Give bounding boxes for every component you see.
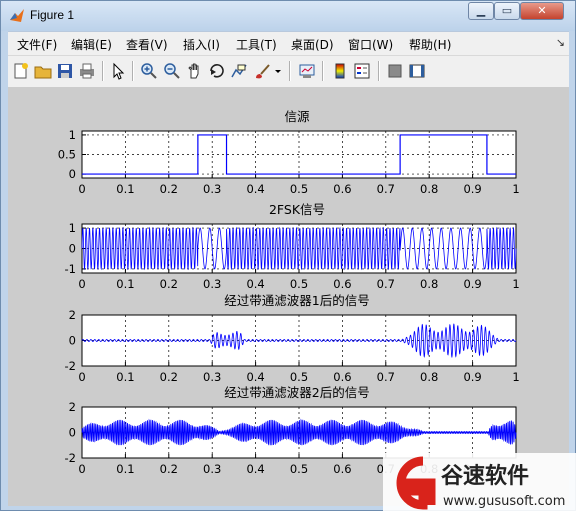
x-tick-label: 0.1 — [116, 277, 134, 291]
y-tick-label: -1 — [65, 262, 76, 276]
y-tick-label: 2 — [69, 308, 76, 322]
window-title: Figure 1 — [30, 8, 75, 22]
menu-desktop[interactable]: 桌面(D) — [291, 36, 334, 53]
x-tick-label: 0.3 — [203, 462, 221, 476]
menu-window[interactable]: 窗口(W) — [348, 36, 393, 53]
x-tick-label: 0.8 — [420, 277, 438, 291]
x-tick-label: 0.6 — [333, 182, 351, 196]
toolbar-separator — [378, 61, 380, 81]
data-cursor-icon[interactable] — [230, 62, 248, 80]
x-tick-label: 0.1 — [116, 182, 134, 196]
save-icon[interactable] — [56, 62, 74, 80]
hide-plot-tools-icon[interactable] — [386, 62, 404, 80]
menu-file[interactable]: 文件(F) — [17, 36, 57, 53]
x-tick-label: 0.2 — [160, 277, 178, 291]
dock-arrow-icon[interactable]: ↘ — [556, 36, 565, 49]
new-file-icon[interactable] — [12, 62, 30, 80]
x-tick-label: 0.8 — [420, 182, 438, 196]
x-tick-label: 0.7 — [377, 277, 395, 291]
y-tick-label: 1 — [69, 221, 76, 235]
x-tick-label: 0.7 — [377, 182, 395, 196]
show-plot-tools-icon[interactable] — [408, 62, 426, 80]
watermark-logo: 谷速软件 www.gususoft.com — [383, 453, 576, 512]
x-tick-label: 0.3 — [203, 277, 221, 291]
close-button[interactable]: ✕ — [520, 2, 564, 20]
link-plot-icon[interactable] — [298, 62, 316, 80]
y-tick-label: 0 — [69, 242, 76, 256]
x-tick-label: 0 — [78, 182, 85, 196]
menu-edit[interactable]: 编辑(E) — [71, 36, 112, 53]
y-tick-label: 0 — [69, 334, 76, 348]
menu-view[interactable]: 查看(V) — [126, 36, 168, 53]
title-bar[interactable]: Figure 1 ▁ ▭ ✕ — [1, 1, 575, 31]
minimize-button[interactable]: ▁ — [468, 2, 494, 20]
y-tick-label: 0.5 — [58, 148, 76, 162]
open-folder-icon[interactable] — [34, 62, 52, 80]
axes-1-title: 信源 — [284, 109, 310, 124]
zoom-in-icon[interactable] — [140, 62, 158, 80]
y-tick-label: 0 — [69, 167, 76, 181]
x-tick-label: 0 — [78, 462, 85, 476]
watermark-url: www.gususoft.com — [443, 494, 565, 509]
menu-bar: 文件(F) 编辑(E) 查看(V) 插入(I) 工具(T) 桌面(D) 窗口(W… — [8, 31, 569, 56]
x-tick-label: 0.2 — [160, 462, 178, 476]
legend-icon[interactable] — [353, 62, 371, 80]
x-tick-label: 0.5 — [290, 182, 308, 196]
maximize-button[interactable]: ▭ — [494, 2, 520, 20]
zoom-out-icon[interactable] — [163, 62, 181, 80]
toolbar-separator — [102, 61, 104, 81]
toolbar — [8, 55, 569, 88]
x-tick-label: 1 — [512, 277, 519, 291]
menu-tools[interactable]: 工具(T) — [236, 36, 277, 53]
watermark-brand: 谷速软件 — [441, 463, 529, 489]
x-tick-label: 0.5 — [290, 462, 308, 476]
x-tick-label: 0.1 — [116, 462, 134, 476]
x-tick-label: 0.4 — [246, 182, 264, 196]
pan-hand-icon[interactable] — [186, 62, 204, 80]
x-tick-label: 0.9 — [463, 277, 481, 291]
rotate-3d-icon[interactable] — [208, 62, 226, 80]
toolbar-separator — [289, 61, 291, 81]
brush-dropdown-icon[interactable] — [273, 62, 283, 80]
x-tick-label: 0 — [78, 370, 85, 384]
x-tick-label: 0.3 — [203, 182, 221, 196]
x-tick-label: 0.6 — [333, 462, 351, 476]
x-tick-label: 0.2 — [160, 182, 178, 196]
y-tick-label: -2 — [65, 359, 76, 373]
toolbar-separator — [132, 61, 134, 81]
x-tick-label: 0.9 — [463, 370, 481, 384]
figure-window: Figure 1 ▁ ▭ ✕ 文件(F) 编辑(E) 查看(V) 插入(I) 工… — [0, 0, 576, 512]
y-tick-label: 1 — [69, 128, 76, 142]
figure-canvas: 信源 2FSK信号 经过带通滤波器1后的信号 经过带通滤波器2后的信号 0 0.1… — [8, 87, 569, 506]
toolbar-separator — [322, 61, 324, 81]
axes-4-title: 经过带通滤波器2后的信号 — [224, 385, 370, 400]
print-icon[interactable] — [78, 62, 96, 80]
x-tick-label: 0 — [78, 277, 85, 291]
menu-help[interactable]: 帮助(H) — [409, 36, 451, 53]
pointer-icon[interactable] — [109, 62, 127, 80]
x-tick-label: 0.4 — [246, 462, 264, 476]
axes-2-title: 2FSK信号 — [268, 202, 326, 217]
axes-3-title: 经过带通滤波器1后的信号 — [224, 293, 370, 308]
x-tick-label: 0.9 — [463, 182, 481, 196]
x-tick-label: 0.6 — [333, 277, 351, 291]
menu-insert[interactable]: 插入(I) — [183, 36, 220, 53]
x-tick-label: 1 — [512, 182, 519, 196]
x-tick-label: 0.5 — [290, 277, 308, 291]
x-tick-label: 1 — [512, 370, 519, 384]
y-tick-label: -2 — [65, 451, 76, 465]
matlab-icon — [10, 9, 24, 22]
colorbar-icon[interactable] — [331, 62, 349, 80]
y-tick-label: 2 — [69, 400, 76, 414]
brush-icon[interactable] — [253, 62, 271, 80]
y-tick-label: 0 — [69, 426, 76, 440]
x-tick-label: 0.1 — [116, 370, 134, 384]
x-tick-label: 0.4 — [246, 277, 264, 291]
